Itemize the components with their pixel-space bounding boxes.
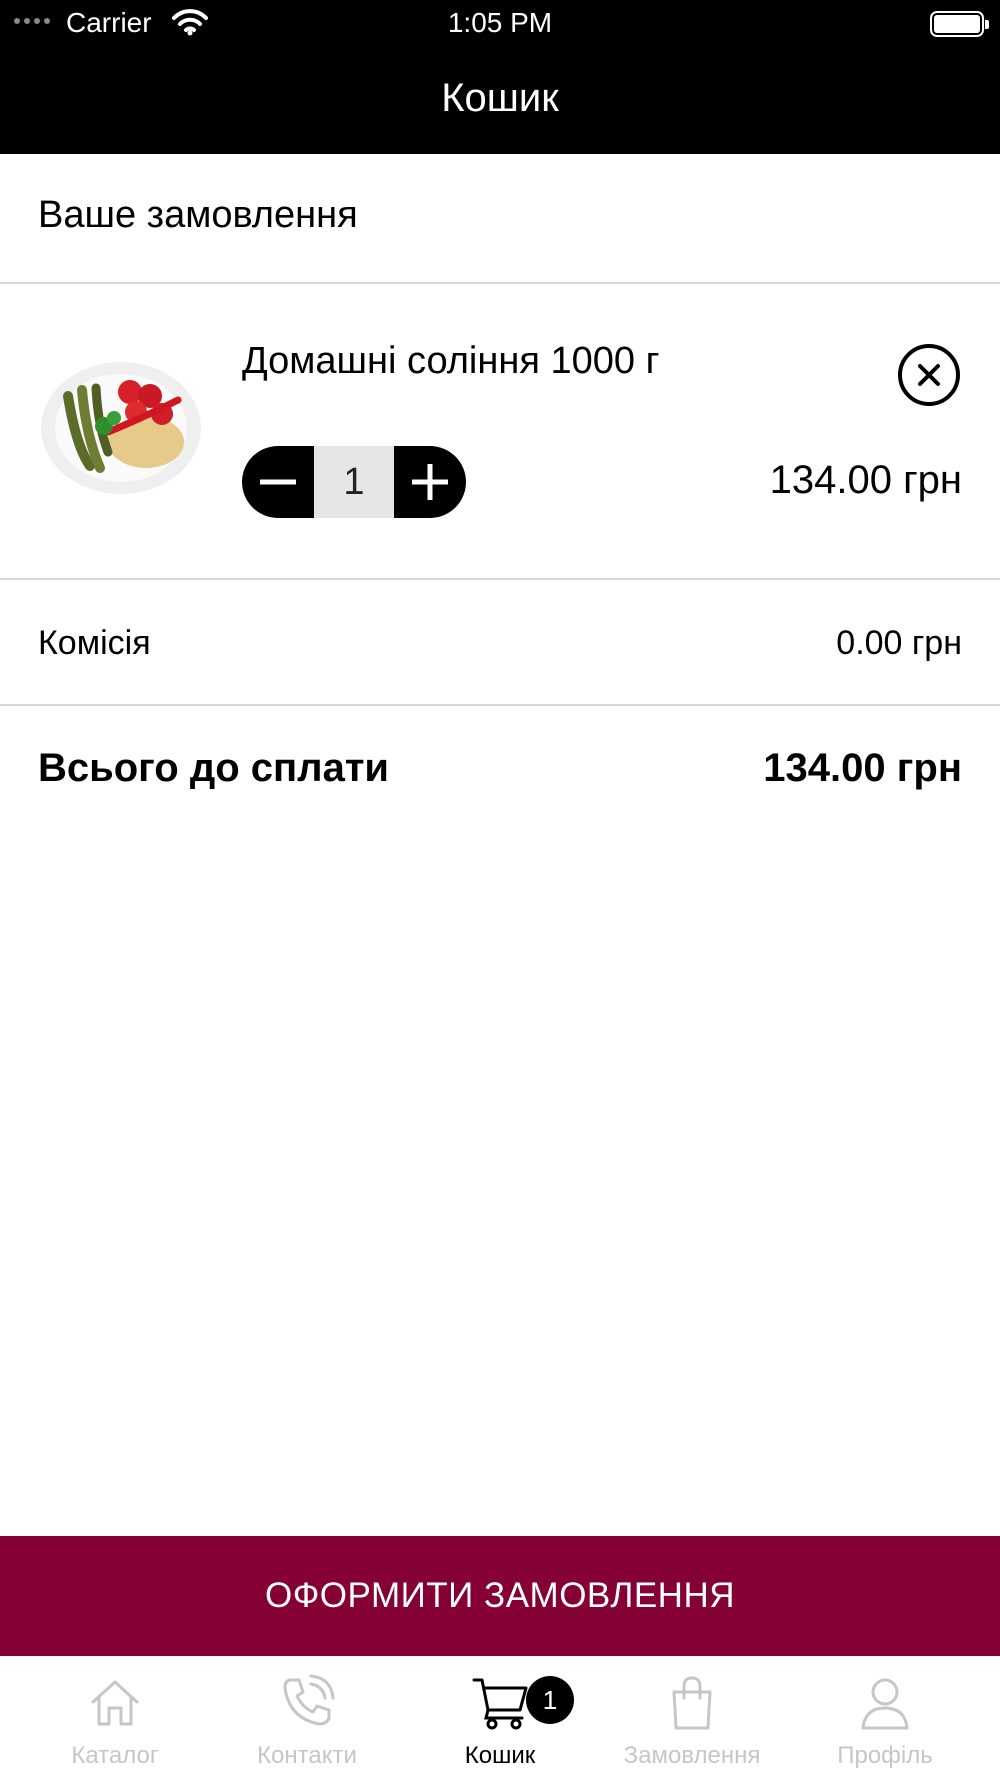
tab-label: Замовлення (623, 1742, 761, 1769)
tab-cart[interactable]: Кошик (400, 1656, 600, 1778)
checkout-button[interactable]: ОФОРМИТИ ЗАМОВЛЕННЯ (0, 1536, 1000, 1656)
top-bar: Carrier 1:05 PM Кошик (0, 0, 1000, 154)
home-icon (91, 1680, 139, 1726)
tab-label: Профіль (837, 1742, 933, 1769)
tab-contacts[interactable]: Контакти (207, 1656, 407, 1778)
tab-catalog[interactable]: Каталог (15, 1656, 215, 1778)
divider (0, 704, 1000, 706)
battery-icon (930, 11, 989, 37)
divider (0, 578, 1000, 580)
user-icon (861, 1678, 909, 1730)
tab-label: Контакти (257, 1742, 357, 1769)
total-label: Всього до сплати (38, 746, 390, 790)
page-title: Кошик (441, 76, 559, 120)
tab-bar: Каталог Контакти Кошик 1 Замовлення Проф… (0, 1656, 1000, 1778)
tab-label: Кошик (464, 1742, 536, 1769)
divider (0, 282, 1000, 284)
remove-item-button[interactable] (898, 344, 960, 406)
cart-count-badge: 1 (526, 1676, 574, 1724)
tab-orders[interactable]: Замовлення (592, 1656, 792, 1778)
minus-icon (260, 479, 296, 485)
plus-icon (412, 464, 448, 500)
commission-value: 0.00 грн (836, 624, 962, 662)
commission-label: Комісія (38, 624, 151, 662)
cart-icon (472, 1678, 528, 1730)
tab-profile[interactable]: Профіль (785, 1656, 985, 1778)
clock: 1:05 PM (447, 7, 553, 38)
order-heading: Ваше замовлення (38, 194, 358, 236)
item-name: Домашні соління 1000 г (242, 340, 660, 382)
status-bar: Carrier 1:05 PM (0, 0, 1000, 48)
item-price: 134.00 грн (769, 458, 962, 502)
total-value: 134.00 грн (763, 746, 962, 790)
shopping-bag-icon (672, 1676, 712, 1730)
close-icon (918, 364, 940, 386)
quantity-stepper: 1 (242, 446, 466, 518)
decrease-quantity-button[interactable] (242, 446, 314, 518)
quantity-value: 1 (314, 446, 394, 518)
phone-icon (283, 1674, 335, 1726)
increase-quantity-button[interactable] (394, 446, 466, 518)
tab-label: Каталог (71, 1742, 159, 1769)
product-image (41, 362, 201, 494)
